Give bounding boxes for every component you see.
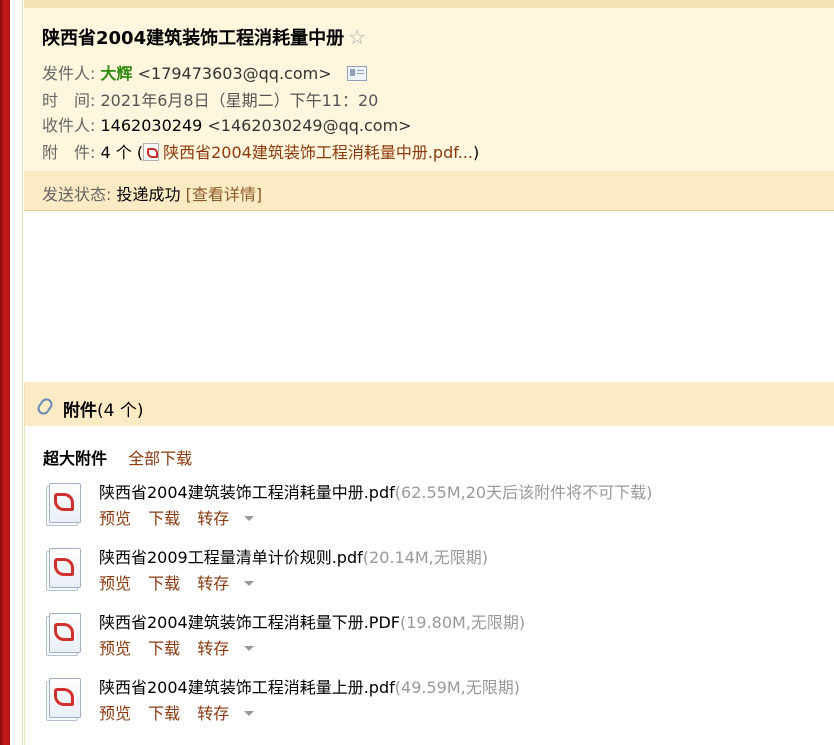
attachment-meta: (49.59M,无限期) (394, 678, 520, 697)
attachment-meta: (62.55M,20天后该附件将不可下载) (394, 483, 653, 502)
attach-row: 附 件: 4 个 (陕西省2004建筑装饰工程消耗量中册.pdf...) (42, 139, 479, 163)
time-label: 时 间: (42, 91, 96, 110)
left-divider (22, 0, 23, 745)
attachment-name: 陕西省2004建筑装饰工程消耗量下册.PDF(19.80M,无限期) (99, 609, 525, 633)
attachment-filename[interactable]: 陕西省2004建筑装饰工程消耗量上册.pdf (99, 678, 395, 697)
from-row: 发件人: 大辉 <179473603@qq.com> (42, 60, 367, 84)
to-row: 收件人: 1462030249 <1462030249@qq.com> (42, 112, 412, 136)
status-label: 发送状态: (42, 185, 112, 204)
attachments-header: 附件(4 个) (25, 382, 834, 426)
attachment-meta: (20.14M,无限期) (362, 548, 488, 567)
attachment-item: 陕西省2009工程量清单计价规则.pdf(20.14M,无限期) 预览 下载 转… (43, 544, 833, 604)
save-to-label: 转存 (197, 704, 230, 723)
time-row: 时 间: 2021年6月8日（星期二）下午11：20 (42, 87, 378, 111)
paperclip-icon (35, 396, 55, 417)
mail-subject: 陕西省2004建筑装饰工程消耗量中册 ☆ (42, 24, 366, 50)
status-row: 发送状态: 投递成功 [查看详情] (42, 181, 262, 205)
attach-label: 附 件: (42, 143, 96, 162)
download-all-link[interactable]: 全部下载 (128, 449, 192, 468)
chevron-down-icon (244, 516, 255, 521)
attachment-actions: 预览 下载 转存 (99, 635, 278, 659)
attachment-name: 陕西省2004建筑装饰工程消耗量中册.pdf(62.55M,20天后该附件将不可… (99, 479, 652, 503)
star-icon[interactable]: ☆ (348, 25, 366, 49)
large-attachments-label: 超大附件 (43, 449, 108, 468)
pdf-file-icon (143, 143, 160, 161)
window-left-border (0, 0, 10, 745)
save-to-link[interactable]: 转存 (197, 704, 266, 723)
attachment-filename[interactable]: 陕西省2004建筑装饰工程消耗量下册.PDF (99, 613, 400, 632)
attachment-name: 陕西省2009工程量清单计价规则.pdf(20.14M,无限期) (99, 544, 488, 568)
save-to-link[interactable]: 转存 (197, 574, 266, 593)
attach-first-link[interactable]: 陕西省2004建筑装饰工程消耗量中册.pdf... (163, 143, 473, 162)
save-to-link[interactable]: 转存 (197, 509, 266, 528)
attachment-filename[interactable]: 陕西省2009工程量清单计价规则.pdf (99, 548, 363, 567)
save-to-label: 转存 (197, 509, 230, 528)
attachments-section: 附件(4 个) 超大附件 全部下载 陕西省2004建筑装饰工程消耗量中册.pdf… (24, 382, 834, 745)
to-label: 收件人: (42, 116, 96, 135)
attach-paren-close: ) (472, 143, 480, 162)
attachment-item: 陕西省2004建筑装饰工程消耗量中册.pdf(62.55M,20天后该附件将不可… (43, 479, 833, 539)
attachments-count: (4 个) (97, 401, 144, 421)
attachment-actions: 预览 下载 转存 (99, 570, 278, 594)
header-top-strip (24, 0, 834, 8)
download-link[interactable]: 下载 (148, 704, 180, 723)
chevron-down-icon (244, 581, 255, 586)
contact-card-icon[interactable] (346, 66, 367, 81)
save-to-label: 转存 (197, 574, 230, 593)
attach-count: 4 个 (100, 143, 132, 162)
save-to-link[interactable]: 转存 (197, 639, 266, 658)
attachment-actions: 预览 下载 转存 (99, 700, 278, 724)
attachments-title-text: 附件 (63, 401, 97, 421)
download-link[interactable]: 下载 (148, 509, 180, 528)
download-link[interactable]: 下载 (148, 574, 180, 593)
status-detail-link[interactable]: [查看详情] (186, 185, 263, 204)
attachments-title: 附件(4 个) (63, 396, 143, 421)
download-link[interactable]: 下载 (148, 639, 180, 658)
attachment-meta: (19.80M,无限期) (399, 613, 526, 632)
pdf-file-icon[interactable] (43, 483, 81, 526)
recipient-name[interactable]: 1462030249 (101, 116, 203, 135)
chevron-down-icon (244, 646, 255, 651)
from-label: 发件人: (42, 64, 96, 83)
time-value: 2021年6月8日（星期二）下午11：20 (100, 91, 379, 110)
send-status-bar: 发送状态: 投递成功 [查看详情] (24, 171, 834, 210)
pdf-file-icon[interactable] (43, 548, 81, 591)
attachment-filename[interactable]: 陕西省2004建筑装饰工程消耗量中册.pdf (99, 483, 395, 502)
status-value: 投递成功 (116, 185, 181, 204)
preview-link[interactable]: 预览 (99, 704, 131, 723)
attachment-actions: 预览 下载 转存 (99, 505, 278, 529)
attachment-name: 陕西省2004建筑装饰工程消耗量上册.pdf(49.59M,无限期) (99, 674, 520, 698)
attachment-item: 陕西省2004建筑装饰工程消耗量上册.pdf(49.59M,无限期) 预览 下载… (43, 674, 833, 734)
preview-link[interactable]: 预览 (99, 639, 131, 658)
sender-address: <179473603@qq.com> (137, 64, 332, 83)
preview-link[interactable]: 预览 (99, 574, 131, 593)
pdf-file-icon[interactable] (43, 613, 81, 656)
large-attachments-row: 超大附件 全部下载 (43, 445, 192, 469)
chevron-down-icon (244, 711, 255, 716)
recipient-address: <1462030249@qq.com> (207, 116, 412, 135)
mail-header: 陕西省2004建筑装饰工程消耗量中册 ☆ 发件人: 大辉 <179473603@q… (24, 0, 834, 211)
attachment-item: 陕西省2004建筑装饰工程消耗量下册.PDF(19.80M,无限期) 预览 下载… (43, 609, 833, 669)
pdf-file-icon[interactable] (43, 678, 81, 721)
preview-link[interactable]: 预览 (99, 509, 131, 528)
subject-text: 陕西省2004建筑装饰工程消耗量中册 (42, 28, 345, 49)
save-to-label: 转存 (197, 639, 230, 658)
sender-name[interactable]: 大辉 (101, 64, 133, 83)
